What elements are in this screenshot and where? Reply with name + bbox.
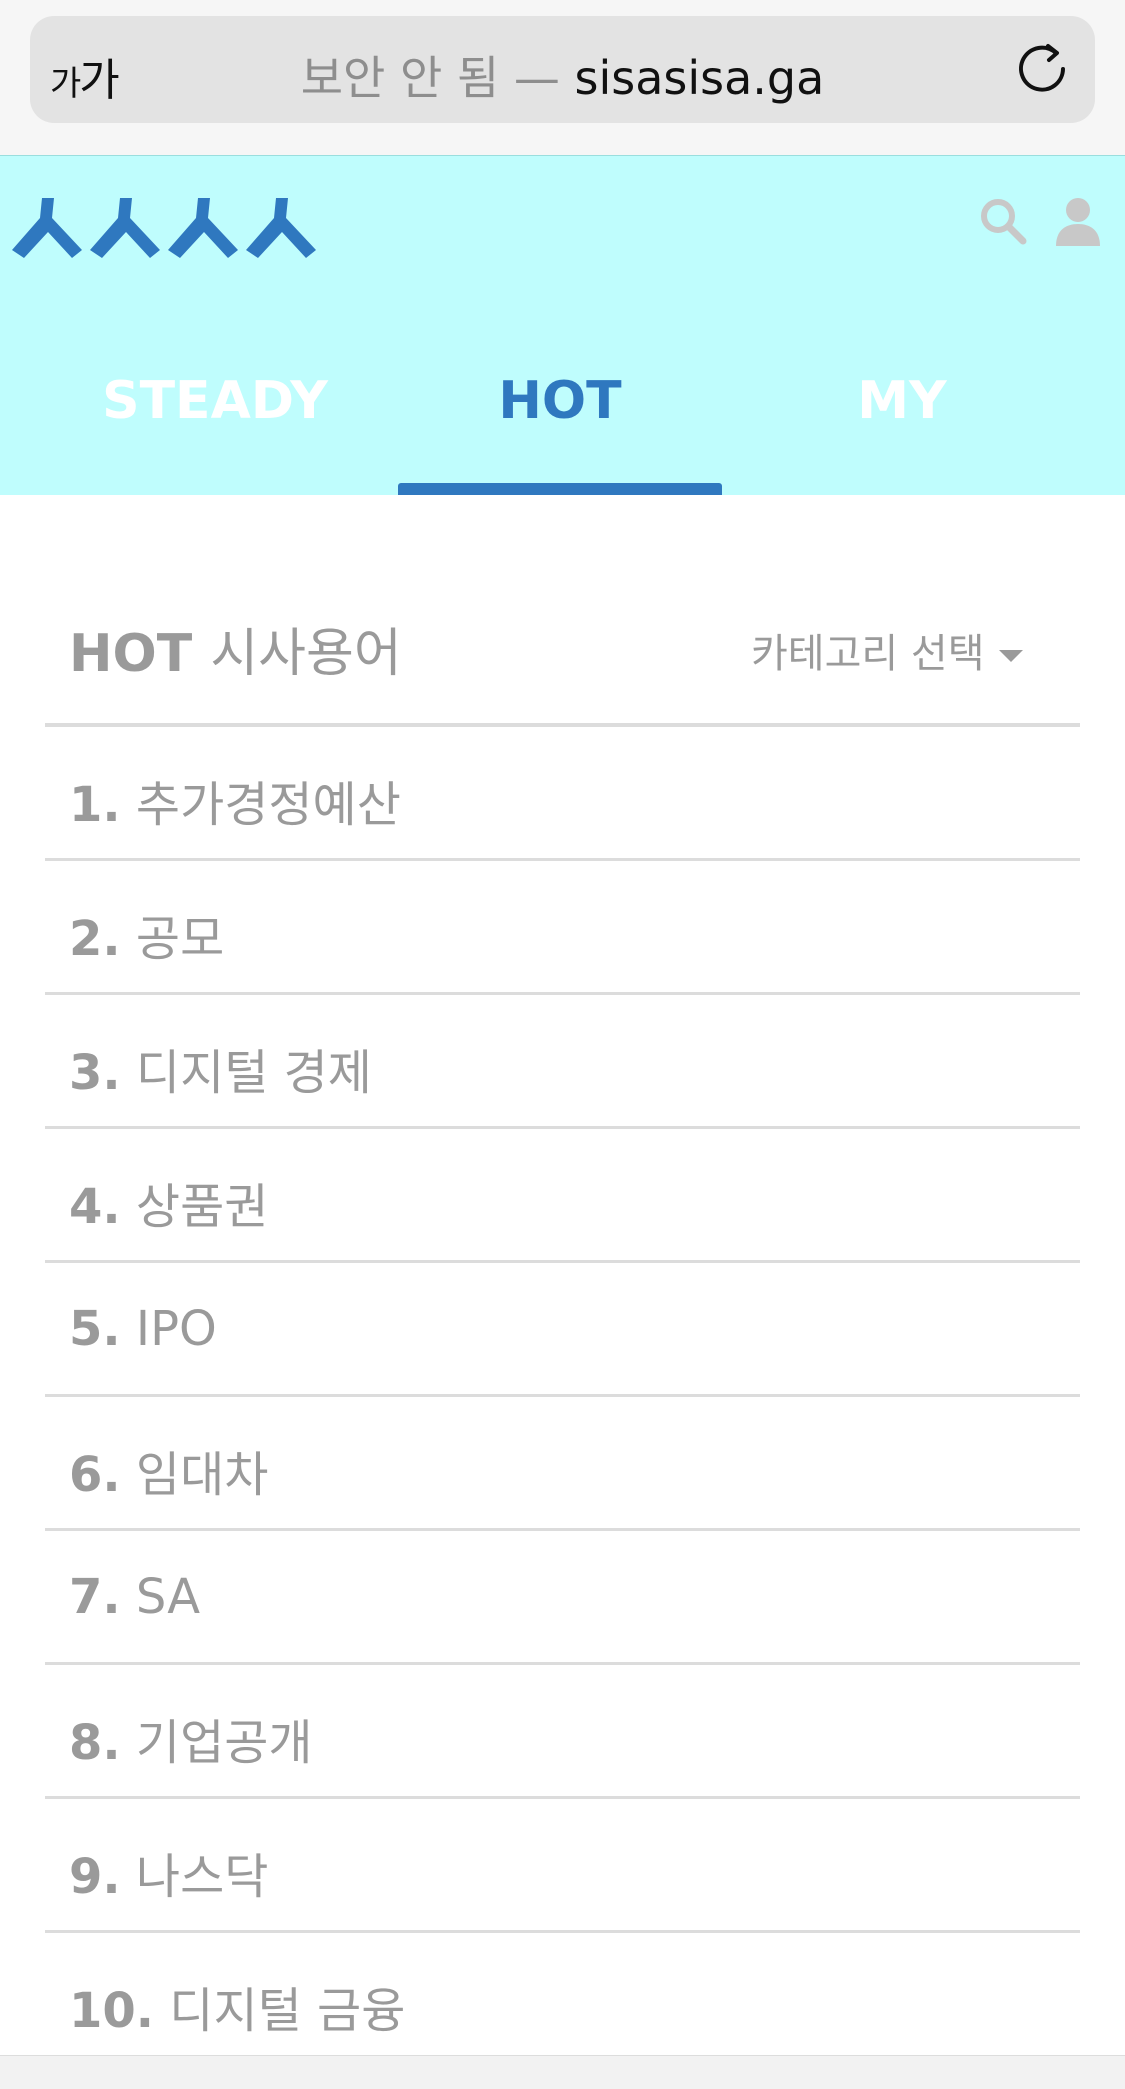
list-item[interactable]: 4. 상품권	[45, 1129, 1080, 1263]
app-header: STEADY HOT MY	[0, 155, 1125, 496]
user-icon[interactable]	[1054, 196, 1102, 246]
term-rank: 1.	[69, 777, 121, 833]
list-header: HOT 시사용어 카테고리 선택	[45, 495, 1080, 727]
category-dropdown[interactable]: 카테고리 선택	[751, 621, 1023, 679]
term-rank: 3.	[69, 1045, 121, 1101]
term-label: SA	[135, 1569, 201, 1625]
tab-bar: STEADY HOT MY	[0, 346, 1125, 496]
list-item[interactable]: 3. 디지털 경제	[45, 995, 1080, 1129]
term-text: 8. 기업공개	[69, 1703, 313, 1773]
term-label: 디지털 금융	[169, 1983, 406, 2039]
caret-down-icon	[998, 650, 1023, 662]
term-text: 10. 디지털 금융	[69, 1971, 405, 2041]
list-item[interactable]: 9. 나스닥	[45, 1799, 1080, 1933]
category-dropdown-label: 카테고리 선택	[751, 631, 985, 677]
tab-hot[interactable]: HOT	[410, 346, 710, 456]
page-title-kr: 시사용어	[210, 624, 402, 684]
list-item[interactable]: 7. SA	[45, 1531, 1080, 1665]
page-title: HOT 시사용어	[69, 611, 402, 686]
term-rank: 7.	[69, 1569, 121, 1625]
term-label: 상품권	[135, 1179, 269, 1235]
address-text[interactable]: 보안 안 됨 — sisasisa.ga	[30, 42, 1095, 108]
list-item[interactable]: 2. 공모	[45, 861, 1080, 995]
browser-bar: 가가 보안 안 됨 — sisasisa.ga	[0, 0, 1125, 155]
address-bar[interactable]: 가가 보안 안 됨 — sisasisa.ga	[30, 16, 1095, 123]
term-label: 나스닥	[135, 1849, 269, 1905]
term-rank: 8.	[69, 1715, 121, 1771]
term-rank: 9.	[69, 1849, 121, 1905]
list-item[interactable]: 1. 추가경정예산	[45, 727, 1080, 861]
bottom-toolbar-edge	[0, 2055, 1125, 2089]
term-text: 4. 상품권	[69, 1167, 268, 1237]
term-label: IPO	[135, 1301, 217, 1357]
term-text: 9. 나스닥	[69, 1837, 268, 1907]
term-text: 2. 공모	[69, 899, 224, 969]
term-text: 1. 추가경정예산	[69, 765, 401, 835]
term-rank: 2.	[69, 911, 121, 967]
page-title-en: HOT	[69, 624, 193, 684]
term-rank: 10.	[69, 1983, 155, 2039]
term-label: 임대차	[135, 1447, 269, 1503]
list-item[interactable]: 10. 디지털 금융	[45, 1933, 1080, 2067]
term-text: 5. IPO	[69, 1301, 217, 1357]
term-label: 공모	[135, 911, 225, 967]
term-rank: 5.	[69, 1301, 121, 1357]
term-label: 추가경정예산	[135, 777, 401, 833]
tab-my[interactable]: MY	[752, 346, 1052, 456]
list-item[interactable]: 5. IPO	[45, 1263, 1080, 1397]
list-item[interactable]: 6. 임대차	[45, 1397, 1080, 1531]
sisa-logo-icon[interactable]	[12, 196, 317, 262]
term-text: 6. 임대차	[69, 1435, 268, 1505]
domain-label: sisasisa.ga	[574, 51, 825, 105]
insecure-label: 보안 안 됨 —	[300, 51, 560, 105]
main-content: HOT 시사용어 카테고리 선택 1. 추가경정예산 2. 공모 3. 디지털 …	[0, 495, 1125, 2055]
term-text: 3. 디지털 경제	[69, 1033, 372, 1103]
term-label: 기업공개	[135, 1715, 313, 1771]
term-rank: 4.	[69, 1179, 121, 1235]
list-item[interactable]: 8. 기업공개	[45, 1665, 1080, 1799]
search-icon[interactable]	[978, 196, 1028, 246]
reload-icon[interactable]	[1011, 38, 1073, 100]
tab-steady[interactable]: STEADY	[65, 346, 365, 456]
hot-term-list: 1. 추가경정예산 2. 공모 3. 디지털 경제 4. 상품권 5. IPO …	[45, 727, 1080, 2067]
term-text: 7. SA	[69, 1569, 200, 1625]
term-label: 디지털 경제	[135, 1045, 372, 1101]
term-rank: 6.	[69, 1447, 121, 1503]
